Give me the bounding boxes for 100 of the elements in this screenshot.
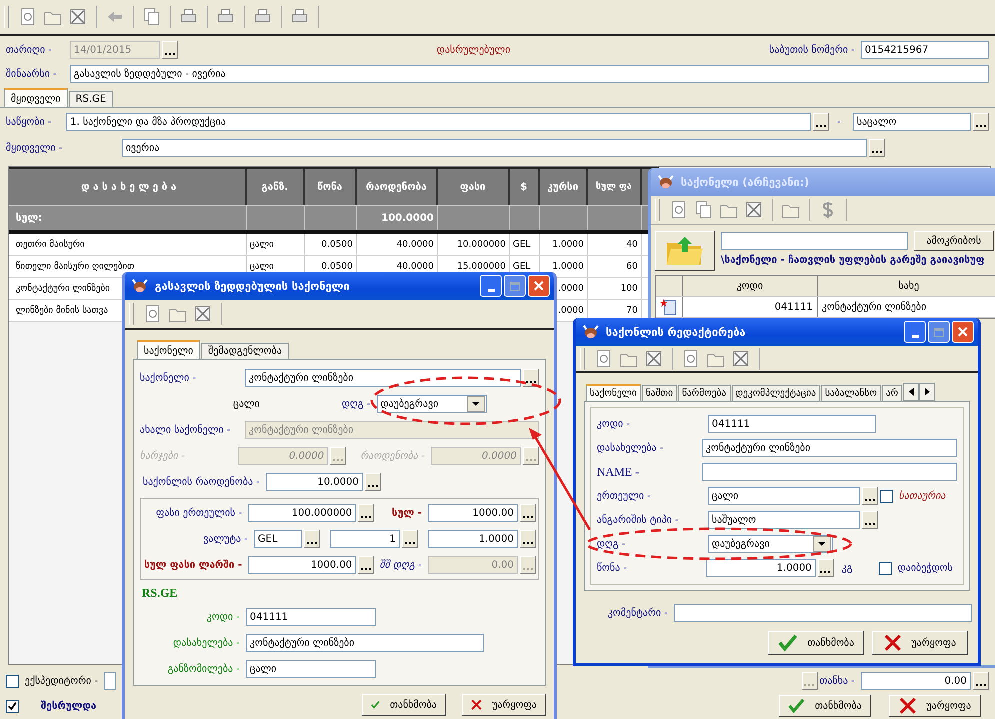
sum-field[interactable]: 1000.00 — [428, 504, 518, 522]
ok-button[interactable]: თანხმობა — [768, 631, 864, 655]
name-english-field[interactable] — [702, 463, 957, 481]
tab[interactable]: საბალანსო — [821, 385, 882, 401]
input-field[interactable]: ცალი — [246, 660, 376, 678]
goods-field[interactable]: კონტაქტური ლინზები — [245, 369, 521, 387]
browse-button[interactable] — [869, 139, 885, 157]
tab[interactable]: დეკომპლექტაცია — [732, 385, 820, 401]
content-field[interactable]: გასავლის ზედდებული - ივერია — [70, 65, 989, 83]
vat-dropdown[interactable]: დაუბეგრავი — [376, 395, 487, 413]
forwarder-field[interactable] — [104, 672, 116, 690]
browse-button[interactable] — [862, 487, 878, 505]
unit-price-field[interactable]: 100.000000 — [248, 504, 356, 522]
browse-button[interactable] — [365, 473, 381, 491]
close-button[interactable] — [528, 275, 550, 297]
warehouse-field[interactable]: 1. საქონელი და მზა პროდუქცია — [66, 113, 812, 131]
account-type-field[interactable]: საშუალო — [708, 511, 860, 529]
name-english-label: NAME - — [597, 464, 640, 480]
tab[interactable]: საქონელი — [137, 340, 200, 359]
tab[interactable]: წარმოება — [678, 385, 730, 401]
up-folder-button[interactable] — [655, 231, 715, 271]
cancel-button[interactable]: უარყოფა — [872, 631, 968, 655]
total-quantity: 100.0000 — [357, 206, 438, 230]
browse-button[interactable] — [358, 556, 374, 574]
cross-icon — [884, 634, 902, 652]
minimize-button[interactable] — [480, 275, 502, 297]
browse-button[interactable] — [358, 504, 374, 522]
search-button[interactable]: ამოკრიბოს — [914, 231, 994, 251]
factor-field[interactable]: 1 — [330, 530, 400, 548]
maximize-button[interactable] — [928, 321, 950, 343]
close-box-icon[interactable] — [193, 304, 213, 324]
browse-button[interactable] — [818, 559, 834, 577]
checkbox[interactable] — [880, 490, 893, 502]
buyer-field[interactable]: ივერია — [122, 139, 867, 157]
close-box-icon[interactable] — [68, 7, 88, 27]
code-field[interactable]: 041111 — [708, 415, 876, 433]
ok-button[interactable]: თანხმობა — [779, 695, 871, 717]
name-field[interactable]: კონტაქტური ლინზები — [702, 439, 957, 457]
dropdown-button[interactable] — [466, 396, 485, 412]
animal-head-icon — [582, 324, 600, 340]
tab[interactable]: RS.GE — [68, 91, 114, 107]
browse-button[interactable] — [862, 511, 878, 529]
copy-icon[interactable] — [142, 7, 162, 27]
amount-field[interactable]: 0.00 — [861, 672, 971, 690]
browse-button[interactable] — [520, 504, 536, 522]
browse-button[interactable] — [523, 369, 539, 387]
column-header[interactable]: კოდი — [683, 276, 818, 296]
scroll-right-button[interactable] — [919, 383, 936, 401]
checkbox[interactable] — [878, 562, 892, 574]
quantity-label: რაოდენობა - — [360, 450, 426, 462]
maximize-button[interactable] — [504, 275, 526, 297]
folder-path: \საქონელი - ჩათვლის უფლების გარეშე გაიავისუფ — [721, 255, 986, 266]
column-header[interactable]: სახე — [818, 276, 995, 296]
close-box-icon[interactable] — [744, 200, 764, 220]
ok-button[interactable]: თანხმობა — [362, 694, 446, 716]
right-triangle-icon — [924, 388, 930, 396]
weight-field[interactable]: 1.0000 — [706, 559, 816, 577]
sum-label: სულ - — [391, 508, 423, 518]
tab[interactable]: ნაშთი — [642, 385, 678, 401]
close-box-icon[interactable] — [644, 348, 664, 368]
comment-label: კომენტარი - — [606, 608, 669, 618]
comment-field[interactable] — [674, 604, 972, 622]
browse-button[interactable] — [304, 530, 320, 548]
browse-button[interactable] — [162, 41, 178, 59]
browse-button[interactable] — [520, 530, 536, 548]
tab[interactable]: არ — [882, 385, 902, 401]
copy-icon[interactable] — [694, 200, 714, 220]
minimize-button[interactable] — [904, 321, 926, 343]
buyer-label: მყიდველი - — [6, 142, 64, 154]
browse-button[interactable] — [813, 113, 830, 131]
close-box-icon[interactable] — [731, 348, 751, 368]
tab[interactable]: საქონელი — [586, 384, 641, 401]
browse-button[interactable] — [402, 530, 418, 548]
date-label: თარიღი - — [6, 44, 54, 56]
goods-quantity-field[interactable]: 10.0000 — [266, 473, 363, 491]
cancel-button[interactable]: უარყოფა — [462, 694, 546, 716]
document-number-field[interactable]: 0154215967 — [861, 41, 989, 59]
browse-button[interactable] — [973, 113, 989, 131]
dropdown-button[interactable] — [813, 536, 831, 552]
price-type-field[interactable]: საცალო — [853, 113, 971, 131]
checkbox[interactable] — [6, 700, 19, 712]
rate-field[interactable]: 1.0000 — [428, 530, 518, 548]
close-button[interactable] — [952, 321, 974, 343]
input-field[interactable]: 041111 — [246, 608, 376, 626]
input-field[interactable]: კონტაქტური ლინზები — [246, 634, 484, 652]
tab[interactable]: შემადგენლობა — [201, 343, 290, 359]
animal-head-icon — [657, 174, 675, 190]
scroll-left-button[interactable] — [903, 383, 920, 401]
total-gel-field[interactable]: 1000.00 — [248, 556, 356, 574]
checkbox[interactable] — [6, 674, 19, 688]
unit-field[interactable]: ცალი — [708, 487, 860, 505]
cancel-button[interactable]: უარყოფა — [889, 695, 981, 717]
search-field[interactable] — [721, 232, 908, 250]
vat-dropdown[interactable]: დაუბეგრავი — [708, 535, 833, 553]
currency-field[interactable]: GEL — [254, 530, 302, 548]
name-label: დასახელება - — [597, 442, 665, 454]
tab[interactable]: მყიდველი — [4, 88, 68, 107]
field-label: დასახელება - — [172, 638, 241, 648]
table-cell: GEL — [510, 234, 540, 255]
browse-button[interactable] — [973, 672, 989, 690]
